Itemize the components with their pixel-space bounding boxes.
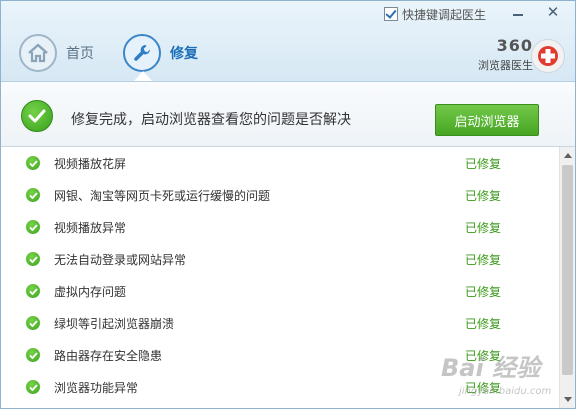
tab-home[interactable]: 首页 xyxy=(19,33,94,73)
checkmark-icon xyxy=(26,284,40,298)
item-status: 已修复 xyxy=(465,316,502,331)
checkmark-icon xyxy=(21,100,53,132)
close-icon: ✕ xyxy=(546,3,560,21)
item-status: 已修复 xyxy=(465,252,502,267)
item-status: 已修复 xyxy=(465,220,502,235)
header: 快捷键调起医生 ✕ 首页 修复 360 浏览器医生 xyxy=(1,1,575,82)
item-label: 路由器存在安全隐患 xyxy=(54,348,163,363)
list-item: 绿坝等引起浏览器崩溃 已修复 xyxy=(1,307,559,339)
tab-repair-label: 修复 xyxy=(170,46,198,62)
minimize-icon xyxy=(513,14,523,16)
watermark-main: Bai 经验 xyxy=(441,354,541,382)
checkmark-icon xyxy=(26,156,40,170)
shortcut-label: 快捷键调起医生 xyxy=(402,7,487,22)
scroll-up-icon[interactable] xyxy=(564,153,572,158)
watermark: Bai 经验 jingyan.baidu.com xyxy=(441,356,551,404)
item-label: 绿坝等引起浏览器崩溃 xyxy=(54,316,175,331)
item-label: 视频播放异常 xyxy=(54,220,127,235)
item-status: 已修复 xyxy=(465,284,502,299)
checkmark-icon xyxy=(26,316,40,330)
shortcut-checkbox[interactable] xyxy=(384,7,398,21)
checkmark-icon xyxy=(26,220,40,234)
browser-doctor-window: 快捷键调起医生 ✕ 首页 修复 360 浏览器医生 修复完成，启动浏览器查看您的… xyxy=(0,0,576,409)
medical-cross-icon xyxy=(531,39,565,73)
item-label: 浏览器功能异常 xyxy=(54,380,139,395)
home-icon xyxy=(19,34,57,72)
list-item: 视频播放异常 已修复 xyxy=(1,211,559,243)
checkmark-icon xyxy=(26,348,40,362)
minimize-button[interactable] xyxy=(504,2,532,22)
item-status: 已修复 xyxy=(465,156,502,171)
scroll-thumb[interactable] xyxy=(562,165,573,375)
scroll-down-icon[interactable] xyxy=(564,397,572,402)
list-item: 视频播放花屏 已修复 xyxy=(1,147,559,179)
list-item: 无法自动登录或网站异常 已修复 xyxy=(1,243,559,275)
status-message: 修复完成，启动浏览器查看您的问题是否解决 xyxy=(71,112,351,128)
checkmark-icon xyxy=(26,380,40,394)
tab-home-label: 首页 xyxy=(66,46,94,62)
wrench-icon xyxy=(123,34,161,72)
item-status: 已修复 xyxy=(465,188,502,203)
brand: 360 浏览器医生 xyxy=(463,38,533,73)
brand-number: 360 xyxy=(496,36,533,55)
close-button[interactable]: ✕ xyxy=(539,2,567,22)
item-label: 网银、淘宝等网页卡死或运行缓慢的问题 xyxy=(54,188,271,203)
scrollbar[interactable] xyxy=(559,147,575,408)
list-item: 网银、淘宝等网页卡死或运行缓慢的问题 已修复 xyxy=(1,179,559,211)
item-label: 无法自动登录或网站异常 xyxy=(54,252,187,267)
item-label: 视频播放花屏 xyxy=(54,156,127,171)
checkmark-icon xyxy=(26,188,40,202)
brand-name: 浏览器医生 xyxy=(478,59,533,72)
watermark-sub: jingyan.baidu.com xyxy=(459,386,552,397)
item-label: 虚拟内存问题 xyxy=(54,284,127,299)
status-bar: 修复完成，启动浏览器查看您的问题是否解决 启动浏览器 xyxy=(1,82,575,147)
list-item: 虚拟内存问题 已修复 xyxy=(1,275,559,307)
checkmark-icon xyxy=(26,252,40,266)
tab-repair[interactable]: 修复 xyxy=(123,33,198,73)
active-tab-indicator xyxy=(134,71,152,81)
shortcut-option[interactable]: 快捷键调起医生 xyxy=(384,6,486,22)
launch-browser-button[interactable]: 启动浏览器 xyxy=(435,104,539,136)
